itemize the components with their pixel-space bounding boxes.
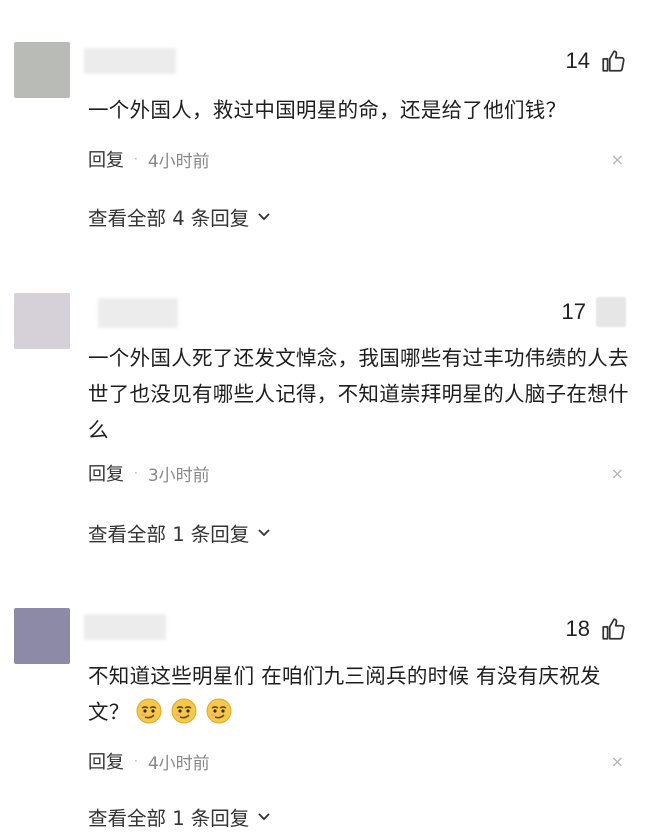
avatar[interactable] xyxy=(14,608,70,664)
like-count: 14 xyxy=(565,48,590,73)
close-icon[interactable]: × xyxy=(611,150,624,169)
chevron-down-icon xyxy=(258,812,270,820)
like-count: 18 xyxy=(565,616,590,641)
comment-item: 17 一个外国人死了还发文悼念，我国哪些有过丰功伟绩的人去世了也没见有哪些人记得… xyxy=(0,260,660,560)
separator-dot: · xyxy=(134,754,138,768)
view-all-replies-button[interactable]: 查看全部 4 条回复 xyxy=(88,202,271,231)
view-replies-label: 查看全部 1 条回复 xyxy=(88,523,250,546)
emoji-group xyxy=(136,698,234,724)
avatar[interactable] xyxy=(14,293,70,349)
separator-dot: · xyxy=(134,466,138,480)
comment-text: 一个外国人，救过中国明星的命，还是给了他们钱？ xyxy=(88,98,567,122)
chevron-down-icon xyxy=(258,212,270,220)
comment-item: 14 一个外国人，救过中国明星的命，还是给了他们钱？ 回复 · 4小时前 × 查… xyxy=(0,0,660,260)
smirk-emoji-icon xyxy=(136,698,162,724)
username[interactable] xyxy=(84,48,176,74)
close-icon[interactable]: × xyxy=(611,464,624,483)
thumbs-up-icon[interactable] xyxy=(600,48,626,74)
like-button[interactable]: 14 xyxy=(566,48,626,74)
avatar[interactable] xyxy=(14,42,70,98)
like-button[interactable]: 18 xyxy=(566,616,626,642)
comment-item: 18 不知道这些明星们 在咱们九三阅兵的时候 有没有庆祝发文？ 回复 · 4小时… xyxy=(0,560,660,835)
timestamp: 4小时前 xyxy=(147,753,210,774)
chevron-down-icon xyxy=(258,528,270,536)
thumbs-up-icon[interactable] xyxy=(596,297,626,327)
view-replies-label: 查看全部 4 条回复 xyxy=(88,207,250,230)
reply-button[interactable]: 回复 xyxy=(88,748,124,774)
timestamp: 4小时前 xyxy=(147,151,210,172)
username[interactable] xyxy=(98,298,178,328)
comment-text: 一个外国人死了还发文悼念，我国哪些有过丰功伟绩的人去世了也没见有哪些人记得，不知… xyxy=(88,346,629,442)
timestamp: 3小时前 xyxy=(147,465,210,486)
smirk-emoji-icon xyxy=(171,698,197,724)
thumbs-up-icon[interactable] xyxy=(600,616,626,642)
smirk-emoji-icon xyxy=(206,698,232,724)
reply-button[interactable]: 回复 xyxy=(88,146,124,172)
username[interactable] xyxy=(84,614,166,640)
view-all-replies-button[interactable]: 查看全部 1 条回复 xyxy=(88,518,271,547)
like-button[interactable]: 17 xyxy=(562,297,626,327)
view-replies-label: 查看全部 1 条回复 xyxy=(88,807,250,830)
comment-text: 不知道这些明星们 在咱们九三阅兵的时候 有没有庆祝发文？ xyxy=(88,658,636,730)
view-all-replies-button[interactable]: 查看全部 1 条回复 xyxy=(88,802,271,831)
separator-dot: · xyxy=(134,152,138,166)
close-icon[interactable]: × xyxy=(611,752,624,771)
reply-button[interactable]: 回复 xyxy=(88,460,124,486)
like-count: 17 xyxy=(561,299,586,324)
